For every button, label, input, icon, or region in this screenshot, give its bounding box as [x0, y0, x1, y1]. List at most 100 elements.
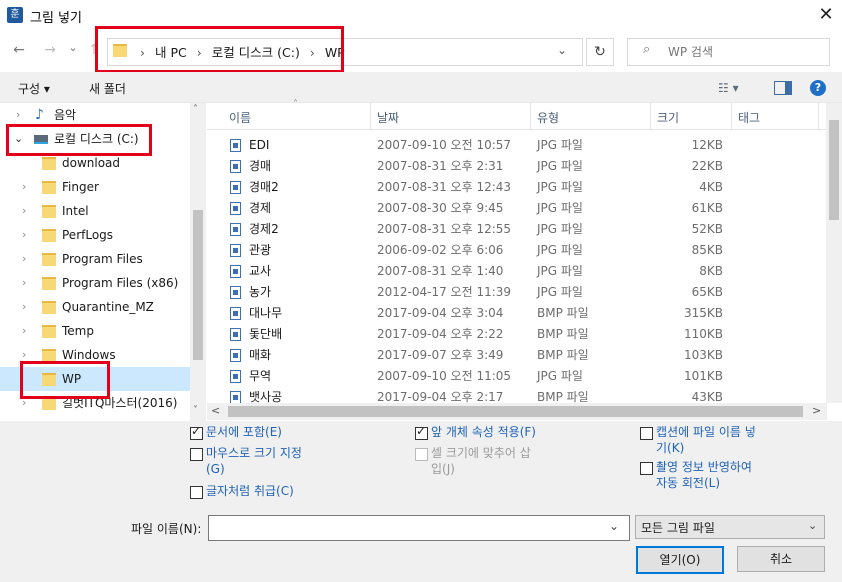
apply-prev-checkbox[interactable] [415, 424, 428, 440]
table-row[interactable]: 무역 2007-09-10 오전 11:05 JPG 파일 101KB [207, 366, 827, 387]
table-row[interactable]: 경제 2007-08-30 오후 9:45 JPG 파일 61KB [207, 198, 827, 219]
column-divider[interactable] [370, 103, 371, 129]
column-tag[interactable]: 태그 [738, 109, 760, 126]
column-name[interactable]: 이름 [229, 109, 251, 126]
table-row[interactable]: 경매2 2007-08-31 오후 12:43 JPG 파일 4KB [207, 177, 827, 198]
table-row[interactable]: 농가 2012-04-17 오전 11:39 JPG 파일 65KB [207, 282, 827, 303]
organize-button[interactable]: 구성 ▾ [18, 80, 50, 97]
column-divider[interactable] [530, 103, 531, 129]
table-row[interactable]: 돛단배 2017-09-04 오후 2:22 BMP 파일 110KB [207, 324, 827, 345]
file-size: 110KB [683, 327, 723, 341]
table-row[interactable]: 경제2 2007-08-31 오후 12:55 JPG 파일 52KB [207, 219, 827, 240]
open-button[interactable]: 열기(O) [636, 546, 724, 574]
tree-item-folder[interactable]: › PerfLogs [0, 223, 190, 247]
file-type: JPG 파일 [537, 369, 583, 383]
table-row[interactable]: 대나무 2017-09-04 오후 3:04 BMP 파일 315KB [207, 303, 827, 324]
include-doc-label[interactable]: 문서에 포함(E) [206, 424, 282, 440]
folder-icon [42, 205, 56, 218]
cancel-button[interactable]: 취소 [737, 546, 825, 572]
scroll-right-icon[interactable]: > [812, 404, 821, 417]
column-divider[interactable] [818, 103, 819, 129]
view-options-icon[interactable]: ☷ ▾ [718, 81, 739, 95]
column-divider[interactable] [731, 103, 732, 129]
auto-rotate-checkbox[interactable] [640, 462, 653, 475]
caption-label[interactable]: 캡션에 파일 이름 넣 [656, 424, 756, 440]
forward-button[interactable]: → [40, 39, 60, 61]
file-date: 2007-09-10 오전 10:57 [377, 138, 512, 152]
table-row[interactable]: 경매 2007-08-31 오후 2:31 JPG 파일 22KB [207, 156, 827, 177]
close-button[interactable]: ✕ [812, 2, 840, 28]
table-row[interactable]: 매화 2017-09-07 오후 3:49 BMP 파일 103KB [207, 345, 827, 366]
caption-label-2[interactable]: 기(K) [656, 440, 684, 456]
app-icon: 훈 [7, 7, 23, 23]
column-divider[interactable] [650, 103, 651, 129]
highlight-box-local-disk [6, 124, 152, 156]
chevron-right-icon[interactable]: › [22, 271, 26, 295]
caption-checkbox[interactable] [640, 427, 653, 440]
tree-item-folder[interactable]: › Program Files (x86) [0, 271, 190, 295]
file-date: 2007-09-10 오전 11:05 [377, 369, 512, 383]
column-size[interactable]: 크기 [657, 109, 679, 126]
file-size: 4KB [699, 180, 723, 194]
file-name: 경매2 [249, 180, 279, 194]
auto-rotate-label[interactable]: 촬영 정보 반영하여 [656, 459, 752, 475]
column-type[interactable]: 유형 [537, 109, 559, 126]
recent-locations-button[interactable]: ⌄ [63, 37, 83, 59]
scroll-left-icon[interactable]: < [211, 404, 220, 417]
tree-scroll-up-icon[interactable]: ˄ [193, 104, 198, 115]
search-input[interactable] [627, 38, 830, 66]
tree-scroll-thumb[interactable] [193, 210, 203, 360]
mouse-size-label[interactable]: 마우스로 크기 지정 [206, 445, 302, 461]
search-placeholder: WP 검색 [668, 45, 713, 59]
file-icon [230, 139, 241, 152]
list-vertical-scroll-thumb[interactable] [829, 120, 839, 220]
file-name-input[interactable] [208, 515, 630, 541]
help-icon[interactable]: ? [810, 80, 826, 96]
tree-item-folder[interactable]: › Finger [0, 175, 190, 199]
file-type-dropdown-icon[interactable]: ⌄ [808, 519, 817, 532]
folder-icon [42, 253, 56, 266]
file-name-label: 파일 이름(N): [131, 522, 202, 536]
address-dropdown-icon[interactable]: ⌄ [557, 43, 567, 57]
tree-label: Program Files [62, 252, 143, 266]
auto-rotate-label-2[interactable]: 자동 회전(L) [656, 475, 720, 491]
back-button[interactable]: ← [9, 39, 29, 61]
tree-scroll-down-icon[interactable]: ˅ [193, 405, 198, 416]
include-doc-checkbox[interactable] [190, 424, 203, 440]
file-size: 65KB [691, 285, 723, 299]
chevron-right-icon[interactable]: › [22, 199, 26, 223]
apply-prev-label[interactable]: 앞 개체 속성 적용(F) [431, 424, 536, 440]
chevron-right-icon[interactable]: › [22, 223, 26, 247]
refresh-button[interactable]: ↻ [586, 38, 614, 66]
as-char-checkbox[interactable] [190, 486, 203, 499]
table-row[interactable]: 교사 2007-08-31 오후 1:40 JPG 파일 8KB [207, 261, 827, 282]
cell-fit-checkbox [415, 448, 428, 461]
tree-item-folder[interactable]: › Temp [0, 319, 190, 343]
tree-item-folder[interactable]: › Intel [0, 199, 190, 223]
tree-label: Quarantine_MZ [62, 300, 154, 314]
table-row[interactable]: EDI 2007-09-10 오전 10:57 JPG 파일 12KB [207, 135, 827, 156]
new-folder-button[interactable]: 새 폴더 [89, 80, 126, 97]
table-row[interactable]: 관광 2006-09-02 오후 6:06 JPG 파일 85KB [207, 240, 827, 261]
mouse-size-checkbox[interactable] [190, 448, 203, 461]
file-type: BMP 파일 [537, 348, 589, 362]
tree-label: Program Files (x86) [62, 276, 179, 290]
tree-item-folder[interactable]: › Program Files [0, 247, 190, 271]
chevron-right-icon[interactable]: › [22, 175, 26, 199]
file-date: 2007-08-30 오후 9:45 [377, 201, 504, 215]
chevron-right-icon[interactable]: › [22, 295, 26, 319]
file-date: 2017-09-07 오후 3:49 [377, 348, 504, 362]
file-date: 2007-08-31 오후 12:55 [377, 222, 512, 236]
column-date[interactable]: 날짜 [377, 109, 399, 126]
mouse-size-label-2[interactable]: (G) [206, 461, 225, 477]
folder-icon [42, 301, 56, 314]
as-char-label[interactable]: 글자처럼 취급(C) [206, 483, 294, 499]
list-horizontal-scroll-thumb[interactable] [228, 406, 803, 417]
chevron-right-icon[interactable]: › [22, 247, 26, 271]
file-name-dropdown-icon[interactable]: ⌄ [609, 519, 619, 533]
preview-pane-icon[interactable] [774, 81, 792, 95]
chevron-right-icon[interactable]: › [22, 319, 26, 343]
file-name: 경제2 [249, 222, 279, 236]
tree-item-folder[interactable]: › Quarantine_MZ [0, 295, 190, 319]
folder-icon [42, 325, 56, 338]
